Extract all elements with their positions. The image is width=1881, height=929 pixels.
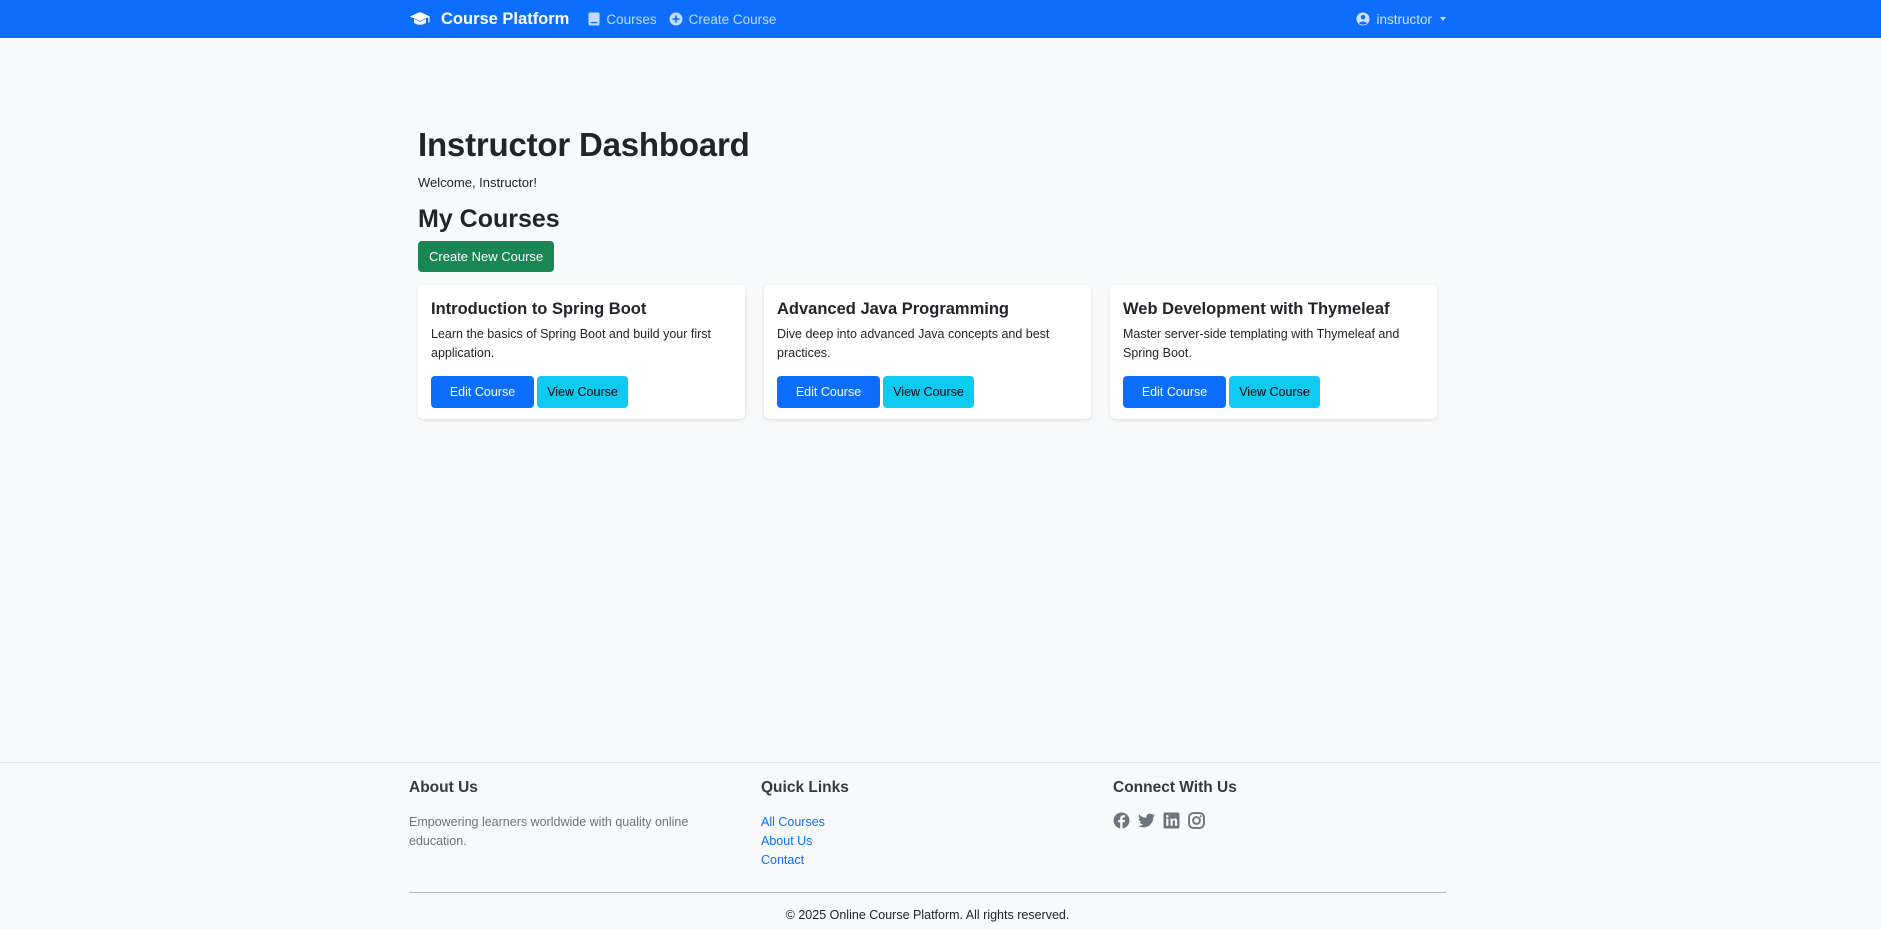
graduation-cap-icon <box>409 11 431 27</box>
course-description: Master server-side templating with Thyme… <box>1123 327 1400 360</box>
book-icon <box>588 12 600 26</box>
nav-link-courses[interactable]: Courses <box>588 11 657 27</box>
nav-link-label: Create Course <box>688 11 777 27</box>
footer: About Us Empowering learners worldwide w… <box>0 762 1881 929</box>
course-card: Web Development with Thymeleaf Master se… <box>1110 285 1437 419</box>
edit-course-button[interactable]: Edit Course <box>1123 376 1226 408</box>
page-title: Instructor Dashboard <box>418 126 750 163</box>
course-title: Introduction to Spring Boot <box>431 300 647 318</box>
footer-link-item: All Courses <box>761 813 849 832</box>
course-actions: Edit Course View Course <box>777 376 1078 408</box>
view-course-button[interactable]: View Course <box>1229 376 1320 408</box>
footer-link-about-us[interactable]: About Us <box>761 834 812 848</box>
footer-about-title: About Us <box>409 779 478 796</box>
copyright-text: © 2025 Online Course Platform. All right… <box>785 908 1070 922</box>
view-course-button[interactable]: View Course <box>537 376 628 408</box>
brand-name: Course Platform <box>441 9 570 28</box>
footer-link-item: About Us <box>761 832 849 851</box>
social-links <box>1113 812 1237 830</box>
nav-link-label: Courses <box>606 11 657 27</box>
user-dropdown[interactable]: instructor <box>1356 12 1446 27</box>
navbar: Course Platform Courses Create Course in… <box>0 0 1881 38</box>
course-description: Dive deep into advanced Java concepts an… <box>777 327 1050 360</box>
navbar-container: Course Platform Courses Create Course in… <box>409 0 1446 38</box>
nav-link-create-course[interactable]: Create Course <box>669 11 777 27</box>
user-name: instructor <box>1376 11 1432 27</box>
course-card: Advanced Java Programming Dive deep into… <box>764 285 1091 419</box>
course-actions: Edit Course View Course <box>431 376 732 408</box>
view-course-button[interactable]: View Course <box>883 376 974 408</box>
welcome-message: Welcome, Instructor! <box>418 175 537 190</box>
footer-link-item: Contact <box>761 851 849 870</box>
course-list: Introduction to Spring Boot Learn the ba… <box>418 285 1437 419</box>
user-circle-icon <box>1356 12 1370 26</box>
brand-link[interactable]: Course Platform <box>409 10 569 29</box>
course-title: Advanced Java Programming <box>777 300 1009 318</box>
edit-course-button[interactable]: Edit Course <box>431 376 534 408</box>
instagram-icon[interactable] <box>1188 812 1206 830</box>
footer-link-contact[interactable]: Contact <box>761 853 804 867</box>
course-title: Web Development with Thymeleaf <box>1123 300 1390 318</box>
footer-about: About Us Empowering learners worldwide w… <box>409 779 709 851</box>
footer-about-text: Empowering learners worldwide with quali… <box>409 815 689 848</box>
footer-connect-title: Connect With Us <box>1113 779 1237 796</box>
create-new-course-button[interactable]: Create New Course <box>418 241 555 272</box>
caret-down-icon <box>1440 17 1446 21</box>
footer-divider <box>409 892 1446 893</box>
footer-connect: Connect With Us <box>1113 779 1237 830</box>
course-actions: Edit Course View Course <box>1123 376 1424 408</box>
plus-circle-icon <box>669 12 683 26</box>
section-title: My Courses <box>418 205 560 233</box>
footer-quick-links: Quick Links All Courses About Us Contact <box>761 779 849 870</box>
footer-link-list: All Courses About Us Contact <box>761 813 849 870</box>
footer-link-all-courses[interactable]: All Courses <box>761 815 825 829</box>
course-card: Introduction to Spring Boot Learn the ba… <box>418 285 745 419</box>
footer-quick-links-title: Quick Links <box>761 779 849 796</box>
linkedin-icon[interactable] <box>1163 812 1181 830</box>
edit-course-button[interactable]: Edit Course <box>777 376 880 408</box>
footer-container: About Us Empowering learners worldwide w… <box>409 763 1446 929</box>
facebook-icon[interactable] <box>1113 812 1131 830</box>
twitter-icon[interactable] <box>1138 812 1156 830</box>
course-description: Learn the basics of Spring Boot and buil… <box>431 327 712 360</box>
